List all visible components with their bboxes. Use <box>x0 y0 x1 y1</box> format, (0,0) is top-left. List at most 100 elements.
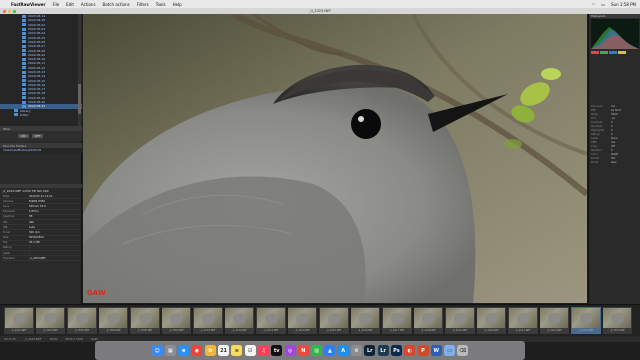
podcasts-icon[interactable]: ◎ <box>284 345 296 356</box>
filmstrip-thumb[interactable]: _II_2019.NEF <box>445 307 475 334</box>
filmstrip-thumb[interactable]: _II_2017.NEF <box>382 307 412 334</box>
setting-value: None <box>611 136 618 140</box>
exif-key: Aperture <box>3 215 15 219</box>
exif-key: Filename <box>3 256 15 260</box>
folder-tree-scrollbar[interactable] <box>78 14 81 126</box>
thumb-image <box>225 308 254 328</box>
yellow-channel-swatch[interactable] <box>618 51 626 54</box>
filmstrip-thumb[interactable]: _II_2024.NEF <box>602 307 632 334</box>
bird-photo <box>83 14 587 303</box>
filmstrip-thumb[interactable]: _II_2008.NEF <box>130 307 160 334</box>
library-item[interactable]: Public <box>0 113 82 117</box>
thumb-image <box>36 308 65 328</box>
battery-icon[interactable]: ▭ <box>601 2 605 7</box>
minimize-button[interactable] <box>8 9 11 13</box>
tv-icon[interactable]: tv <box>271 345 283 356</box>
menu-filters[interactable]: Filters <box>137 2 149 7</box>
setting-row[interactable]: Mode Raw <box>591 160 638 164</box>
setting-key: WB <box>591 108 596 112</box>
filmstrip-thumb[interactable]: _II_2018.NEF <box>413 307 443 334</box>
launchpad-icon[interactable]: ▦ <box>164 345 176 356</box>
image-viewer[interactable]: GAW <box>83 14 587 303</box>
thumb-caption: _II_2003.NEF <box>42 329 58 332</box>
menubar-clock[interactable]: Sun 1:58 PM <box>611 2 636 7</box>
filter-off-button[interactable]: OFF <box>31 134 44 138</box>
filmstrip-thumb[interactable]: _II_2005.NEF <box>67 307 97 334</box>
filter-on-button[interactable]: ON <box>18 134 29 138</box>
calendar-icon[interactable]: 21 <box>218 345 230 356</box>
numbers-icon[interactable]: ▥ <box>311 345 323 356</box>
exif-row: Filename _II_2023.NEF <box>1 256 81 262</box>
close-button[interactable] <box>3 9 6 13</box>
folder-icon <box>22 66 26 70</box>
menu-edit[interactable]: Edit <box>66 2 74 7</box>
menu-file[interactable]: File <box>52 2 59 7</box>
setting-value: Yes <box>611 140 616 144</box>
green-channel-swatch[interactable] <box>600 51 608 54</box>
filmstrip-thumb[interactable]: _II_2014.NEF <box>287 307 317 334</box>
favorite-folder[interactable]: /Volumes/Photos/2020.05 <box>0 148 82 153</box>
safari-icon[interactable]: ⊕ <box>178 345 190 356</box>
news-icon[interactable]: N <box>297 345 309 356</box>
filmstrip-thumb[interactable]: _II_2015.NEF <box>319 307 349 334</box>
thumb-image <box>162 308 191 328</box>
exif-value: _II_2023.NEF <box>29 256 46 260</box>
blue-channel-swatch[interactable] <box>609 51 617 54</box>
menu-help[interactable]: Help <box>173 2 182 7</box>
filmstrip-thumb[interactable]: _II_2016.NEF <box>350 307 380 334</box>
folder-icon <box>14 109 18 113</box>
music-icon[interactable]: ♫ <box>257 345 269 356</box>
setting-key: Crop <box>591 144 598 148</box>
powerpoint-icon[interactable]: P <box>417 345 429 356</box>
thumb-caption: _II_2014.NEF <box>294 329 310 332</box>
folder-icon[interactable]: ▭ <box>444 345 456 356</box>
lightroom-icon[interactable]: Lr <box>364 345 376 356</box>
wifi-icon[interactable]: ◠ <box>592 2 596 7</box>
trash-icon[interactable]: ⌫ <box>457 345 469 356</box>
fastrawviewer-icon[interactable]: ◐ <box>404 345 416 356</box>
zoom-button[interactable] <box>13 9 16 13</box>
filmstrip-thumb[interactable]: _II_2009.NEF <box>161 307 191 334</box>
appstore-icon[interactable]: A <box>337 345 349 356</box>
finder-icon[interactable]: ☺ <box>151 345 163 356</box>
notes-icon[interactable]: ≡ <box>231 345 243 356</box>
menu-tools[interactable]: Tools <box>156 2 166 7</box>
thumb-caption: _II_2010.NEF <box>200 329 216 332</box>
status-zoom[interactable]: 100% <box>50 337 58 341</box>
filmstrip: _II_2002.NEF _II_2003.NEF _II_2005.NEF _II_… <box>0 304 640 336</box>
word-icon[interactable]: W <box>430 345 442 356</box>
folder-icon <box>22 70 26 74</box>
thumb-image <box>351 308 380 328</box>
filmstrip-thumb[interactable]: _II_2021.NEF <box>508 307 538 334</box>
setting-value: 0 <box>611 120 613 124</box>
thumb-image <box>256 308 285 328</box>
menu-app-name[interactable]: FastRawViewer <box>11 2 45 7</box>
photos-icon[interactable]: ✿ <box>204 345 216 356</box>
menu-actions[interactable]: Actions <box>81 2 96 7</box>
filmstrip-thumb[interactable]: _II_2003.NEF <box>35 307 65 334</box>
filmstrip-thumb[interactable]: _II_2020.NEF <box>476 307 506 334</box>
filmstrip-thumb[interactable]: _II_2022.NEF <box>539 307 569 334</box>
red-channel-swatch[interactable] <box>591 51 599 54</box>
lightroom-classic-icon[interactable]: Lr <box>377 345 389 356</box>
keynote-icon[interactable]: ▲ <box>324 345 336 356</box>
filmstrip-thumb[interactable]: _II_2012.NEF <box>224 307 254 334</box>
setting-key: Label <box>591 136 598 140</box>
menu-batch-actions[interactable]: Batch actions <box>103 2 130 7</box>
exif-value: 400 <box>29 220 34 224</box>
filmstrip-thumb[interactable]: _II_2023.NEF <box>571 307 601 334</box>
exif-value: Auto <box>29 225 36 229</box>
filmstrip-thumb[interactable]: _II_2010.NEF <box>193 307 223 334</box>
settings-icon[interactable]: ⚙ <box>351 345 363 356</box>
thumb-image <box>67 308 96 328</box>
setting-value: 0.0 <box>611 104 616 108</box>
filmstrip-thumb[interactable]: _II_2013.NEF <box>256 307 286 334</box>
filmstrip-thumb[interactable]: _II_2002.NEF <box>4 307 34 334</box>
chrome-icon[interactable]: ◉ <box>191 345 203 356</box>
filmstrip-thumb[interactable]: _II_2006.NEF <box>98 307 128 334</box>
setting-key: Highlights <box>591 128 605 132</box>
reminders-icon[interactable]: ☑ <box>244 345 256 356</box>
photoshop-icon[interactable]: Ps <box>390 345 402 356</box>
exif-key: Camera <box>3 199 14 203</box>
thumb-image <box>288 308 317 328</box>
